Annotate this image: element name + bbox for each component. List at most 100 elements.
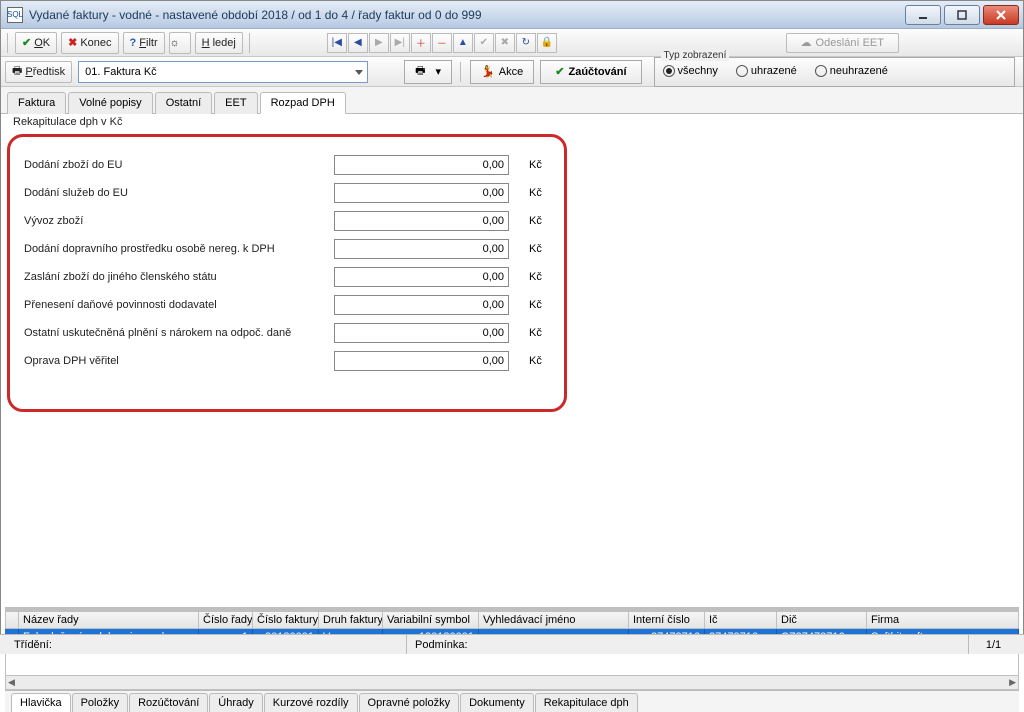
nav-up-button[interactable]: ▲ xyxy=(453,33,473,53)
row-dodani-dopravniho: Dodání dopravního prostředku osobě nereg… xyxy=(24,239,550,259)
typ-zobrazeni-group: Typ zobrazení všechny uhrazené neuhrazen… xyxy=(654,57,1015,87)
top-tabs: Faktura Volné popisy Ostatní EET Rozpad … xyxy=(1,87,1023,114)
status-page: 1/1 xyxy=(968,635,1018,654)
btab-kurzove[interactable]: Kurzové rozdíly xyxy=(264,693,358,712)
label-vyvoz-zbozi: Vývoz zboží xyxy=(24,215,334,227)
label-oprava-dph: Oprava DPH věřitel xyxy=(24,355,334,367)
print-button[interactable]: 🖶▾ xyxy=(404,60,452,84)
btab-rekapitulace[interactable]: Rekapitulace dph xyxy=(535,693,638,712)
btab-dokumenty[interactable]: Dokumenty xyxy=(460,693,534,712)
input-vyvoz-zbozi[interactable] xyxy=(334,211,509,231)
grid-header-firma[interactable]: Firma xyxy=(867,611,1019,629)
radio-vsechny[interactable]: všechny xyxy=(663,65,718,77)
unit-kc: Kč xyxy=(529,215,542,227)
window-title: Vydané faktury - vodné - nastavené obdob… xyxy=(29,8,905,22)
tab-ostatni[interactable]: Ostatní xyxy=(155,92,212,114)
hledej-button[interactable]: Hledej xyxy=(195,32,243,54)
row-ostatni-plneni: Ostatní uskutečněná plnění s nárokem na … xyxy=(24,323,550,343)
input-dodani-sluzeb-eu[interactable] xyxy=(334,183,509,203)
ok-button[interactable]: ✔OK xyxy=(15,32,57,54)
typ-zobrazeni-legend: Typ zobrazení xyxy=(661,50,730,61)
grid-header-druh[interactable]: Druh faktury xyxy=(319,611,383,629)
label-zaslani-zbozi: Zaslání zboží do jiného členského státu xyxy=(24,271,334,283)
label-dodani-dopravniho: Dodání dopravního prostředku osobě nereg… xyxy=(24,243,334,255)
unit-kc: Kč xyxy=(529,327,542,339)
unit-kc: Kč xyxy=(529,355,542,367)
record-navigator: |◀ ◀ ▶ ▶| ＋ － ▲ ✔ ✖ ↻ 🔒 xyxy=(327,33,557,53)
group-label-rekapitulace: Rekapitulace dph v Kč xyxy=(1,114,1023,128)
btab-opravne[interactable]: Opravné položky xyxy=(359,693,460,712)
filtr-button[interactable]: ?Filtr xyxy=(123,32,165,54)
unit-kc: Kč xyxy=(529,299,542,311)
filter-extra-button[interactable]: ☼ xyxy=(169,32,191,54)
content-area: Faktura Volné popisy Ostatní EET Rozpad … xyxy=(1,87,1023,653)
label-preneseni-danove: Přenesení daňové povinnosti dodavatel xyxy=(24,299,334,311)
tab-volne-popisy[interactable]: Volné popisy xyxy=(68,92,152,114)
input-ostatni-plneni[interactable] xyxy=(334,323,509,343)
konec-button[interactable]: ✖Konec xyxy=(61,32,118,54)
input-dodani-dopravniho[interactable] xyxy=(334,239,509,259)
nav-first-button[interactable]: |◀ xyxy=(327,33,347,53)
radio-neuhrazene[interactable]: neuhrazené xyxy=(815,65,888,77)
tab-eet[interactable]: EET xyxy=(214,92,257,114)
eet-send-button[interactable]: ☁ Odeslání EET xyxy=(786,33,899,53)
nav-last-button[interactable]: ▶| xyxy=(390,33,410,53)
nav-confirm-button[interactable]: ✔ xyxy=(474,33,494,53)
printer-icon: 🖶 xyxy=(12,62,22,81)
scroll-right-icon[interactable]: ▶ xyxy=(1009,677,1016,688)
minimize-button[interactable] xyxy=(905,5,941,25)
unit-kc: Kč xyxy=(529,187,542,199)
akce-button[interactable]: 💃 Akce xyxy=(470,60,534,84)
title-bar: SQL Vydané faktury - vodné - nastavené o… xyxy=(1,1,1023,29)
zauctovani-button[interactable]: ✔ Zaúčtování xyxy=(540,60,641,84)
nav-refresh-button[interactable]: ↻ xyxy=(516,33,536,53)
btab-rozuctovani[interactable]: Rozúčtování xyxy=(129,693,208,712)
nav-cancel-button[interactable]: ✖ xyxy=(495,33,515,53)
grid-header-vyhled[interactable]: Vyhledávací jméno xyxy=(479,611,629,629)
scroll-left-icon[interactable]: ◀ xyxy=(8,677,15,688)
cloud-icon: ☁ xyxy=(801,36,812,49)
label-dodani-sluzeb-eu: Dodání služeb do EU xyxy=(24,187,334,199)
grid-header-dic[interactable]: Dič xyxy=(777,611,867,629)
toolbar-secondary: 🖶 Předtisk 01. Faktura Kč 🖶▾ 💃 Akce ✔ Za… xyxy=(1,57,1023,87)
grid-header-ic[interactable]: Ič xyxy=(705,611,777,629)
radio-uhrazene[interactable]: uhrazené xyxy=(736,65,797,77)
status-trideni: Třídění: xyxy=(6,635,406,654)
unit-kc: Kč xyxy=(529,243,542,255)
row-dodani-sluzeb-eu: Dodání služeb do EU Kč xyxy=(24,183,550,203)
label-ostatni-plneni: Ostatní uskutečněná plnění s nárokem na … xyxy=(24,327,334,339)
nav-add-button[interactable]: ＋ xyxy=(411,33,431,53)
grid-header-marker[interactable] xyxy=(5,611,19,629)
maximize-button[interactable] xyxy=(944,5,980,25)
person-run-icon: 💃 xyxy=(481,65,495,78)
status-bar: Třídění: Podmínka: 1/1 xyxy=(0,634,1024,654)
input-oprava-dph[interactable] xyxy=(334,351,509,371)
nav-prev-button[interactable]: ◀ xyxy=(348,33,368,53)
unit-kc: Kč xyxy=(529,271,542,283)
nav-delete-button[interactable]: － xyxy=(432,33,452,53)
grid-header-nazev[interactable]: Název řady xyxy=(19,611,199,629)
highlight-box: Dodání zboží do EU Kč Dodání služeb do E… xyxy=(7,134,567,412)
predtisk-button[interactable]: 🖶 Předtisk xyxy=(5,61,72,83)
tab-rozpad-dph[interactable]: Rozpad DPH xyxy=(260,92,346,114)
toolbar-main: ✔OK ✖Konec ?Filtr ☼ Hledej |◀ ◀ ▶ ▶| ＋ －… xyxy=(1,29,1023,57)
data-grid: Název řady Číslo řady Číslo faktury Druh… xyxy=(5,607,1019,712)
grid-header-varsym[interactable]: Variabilní symbol xyxy=(383,611,479,629)
input-preneseni-danove[interactable] xyxy=(334,295,509,315)
input-dodani-zbozi-eu[interactable] xyxy=(334,155,509,175)
nav-next-button[interactable]: ▶ xyxy=(369,33,389,53)
btab-hlavicka[interactable]: Hlavička xyxy=(11,693,71,712)
btab-polozky[interactable]: Položky xyxy=(72,693,129,712)
grid-header-interni[interactable]: Interní číslo xyxy=(629,611,705,629)
grid-header-cislorady[interactable]: Číslo řady xyxy=(199,611,253,629)
btab-uhrady[interactable]: Úhrady xyxy=(209,693,262,712)
grid-hscrollbar[interactable]: ◀ ▶ xyxy=(5,676,1019,690)
nav-lock-button[interactable]: 🔒 xyxy=(537,33,557,53)
grid-header-cislofaktury[interactable]: Číslo faktury xyxy=(253,611,319,629)
label-dodani-zbozi-eu: Dodání zboží do EU xyxy=(24,159,334,171)
predtisk-combo[interactable]: 01. Faktura Kč xyxy=(78,61,368,83)
tab-faktura[interactable]: Faktura xyxy=(7,92,66,114)
unit-kc: Kč xyxy=(529,159,542,171)
input-zaslani-zbozi[interactable] xyxy=(334,267,509,287)
close-button[interactable] xyxy=(983,5,1019,25)
